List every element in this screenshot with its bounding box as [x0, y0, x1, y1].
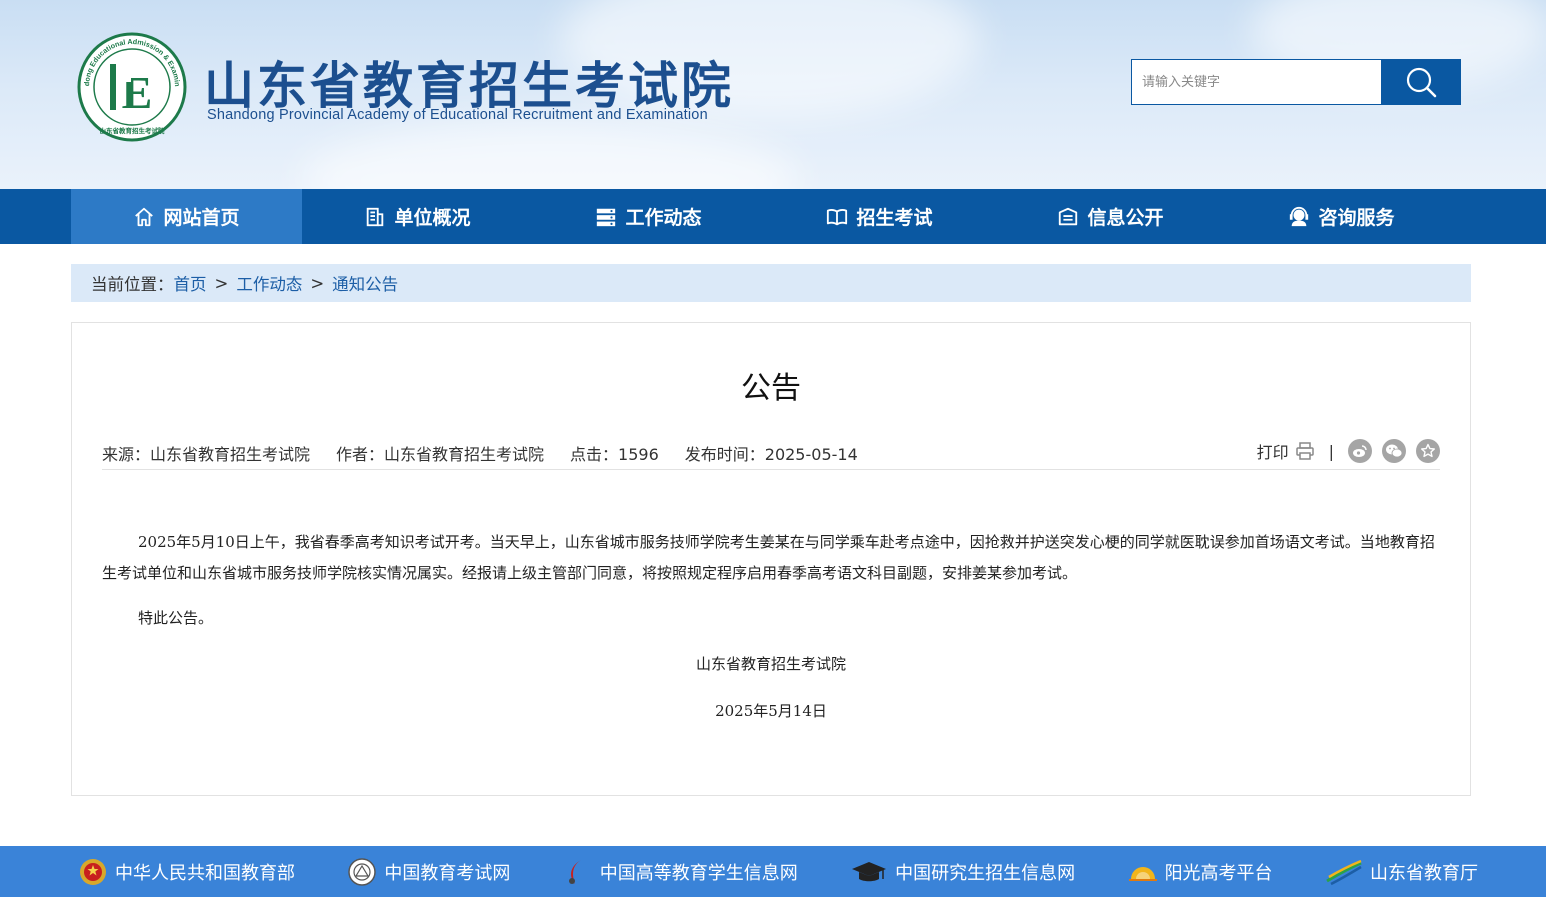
signature-org: 山东省教育招生考试院 [695, 655, 846, 673]
footer-link-label: 山东省教育厅 [1369, 862, 1478, 884]
breadcrumb-separator: > [310, 273, 325, 293]
wechat-icon [1386, 444, 1403, 458]
article-panel: 公告 来源：山东省教育招生考试院 作者：山东省教育招生考试院 点击：1596 发… [71, 322, 1471, 796]
footer-link-label: 中国高等教育学生信息网 [599, 862, 798, 884]
nav-item-disclosure[interactable]: 信息公开 [995, 189, 1226, 244]
search-button[interactable] [1381, 59, 1461, 105]
graduation-cap-icon [850, 857, 888, 887]
building-icon [367, 207, 384, 226]
article-paragraph: 2025年5月10日上午，我省春季高考知识考试开考。当天早上，山东省城市服务技师… [102, 533, 1435, 582]
breadcrumb-prefix: 当前位置： [91, 275, 174, 294]
breadcrumb-notices[interactable]: 通知公告 [332, 271, 398, 295]
main-nav: 网站首页 单位概况 工作动态 招生考试 信息公开 咨询服务 [0, 189, 1546, 244]
footer-link-moe[interactable]: 中华人民共和国教育部 [78, 857, 295, 887]
nav-item-news[interactable]: 工作动态 [533, 189, 764, 244]
tools-divider: | [1328, 441, 1334, 461]
article-paragraph: 特此公告。 [138, 609, 214, 627]
breadcrumb: 当前位置： 首页 > 工作动态 > 通知公告 [71, 264, 1471, 302]
emblem-bottom-text: 山东省教育招生考试院 [100, 126, 166, 135]
site-title-en: Shandong Provincial Academy of Education… [207, 107, 708, 123]
nav-item-home[interactable]: 网站首页 [71, 189, 302, 244]
nav-item-label: 网站首页 [163, 207, 240, 229]
site-header: Shandong Educational Admission & Examina… [0, 0, 1546, 189]
meta-source: 来源：山东省教育招生考试院 [102, 445, 311, 464]
footer-link-neea[interactable]: 中国教育考试网 [347, 857, 510, 887]
star-icon [1421, 443, 1435, 458]
book-icon [827, 208, 848, 225]
favorite-button[interactable] [1416, 439, 1440, 463]
article-meta: 来源：山东省教育招生考试院 作者：山东省教育招生考试院 点击：1596 发布时间… [102, 436, 1440, 470]
meta-date: 发布时间：2025-05-14 [684, 445, 858, 464]
footer-link-label: 中国教育考试网 [384, 862, 511, 884]
server-icon [597, 208, 616, 226]
footer-links-bar: 中华人民共和国教育部 中国教育考试网 中国高等教育学生信息网 中国研究生招生信息… [0, 846, 1546, 897]
share-weibo-button[interactable] [1348, 439, 1372, 463]
meta-clicks: 点击：1596 [570, 445, 659, 464]
weibo-icon [1353, 445, 1367, 457]
breadcrumb-home[interactable]: 首页 [174, 271, 207, 295]
share-wechat-button[interactable] [1382, 439, 1406, 463]
search-input[interactable] [1131, 59, 1381, 105]
headset-icon [1290, 206, 1309, 226]
emblem-letter: E [122, 67, 153, 118]
footer-link-gaokao[interactable]: 阳光高考平台 [1128, 857, 1273, 887]
chsi-logo-icon [563, 857, 593, 887]
footer-link-label: 中国研究生招生信息网 [895, 862, 1076, 884]
nav-item-about[interactable]: 单位概况 [302, 189, 533, 244]
footer-link-sdedu[interactable]: 山东省教育厅 [1325, 857, 1478, 887]
footer-link-chsi[interactable]: 中国高等教育学生信息网 [563, 857, 798, 887]
article-title: 公告 [741, 371, 801, 406]
footer-link-label: 阳光高考平台 [1164, 862, 1273, 884]
footer-link-yz[interactable]: 中国研究生招生信息网 [850, 857, 1075, 887]
article-tools: 打印 | [1257, 434, 1440, 468]
nav-item-label: 咨询服务 [1318, 207, 1395, 229]
nav-item-label: 单位概况 [394, 207, 471, 229]
breadcrumb-separator: > [214, 273, 229, 293]
nav-item-label: 招生考试 [856, 207, 933, 229]
sd-edu-logo-icon [1325, 857, 1363, 887]
footer-link-label: 中华人民共和国教育部 [115, 862, 295, 884]
home-icon [135, 207, 154, 226]
national-emblem-icon [78, 857, 108, 887]
article-body: 2025年5月10日上午，我省春季高考知识考试开考。当天早上，山东省城市服务技师… [102, 527, 1440, 634]
search-icon [1406, 67, 1437, 98]
site-logo-emblem[interactable]: Shandong Educational Admission & Examina… [77, 32, 187, 142]
neea-logo-icon [347, 857, 377, 887]
printer-icon[interactable] [1295, 441, 1315, 461]
signature-date: 2025年5月14日 [715, 702, 827, 720]
meta-author: 作者：山东省教育招生考试院 [336, 445, 545, 464]
print-label[interactable]: 打印 [1257, 439, 1289, 463]
sunshine-icon [1128, 857, 1158, 887]
breadcrumb-news[interactable]: 工作动态 [236, 271, 302, 295]
nav-item-consult[interactable]: 咨询服务 [1226, 189, 1457, 244]
header-cloud [300, 120, 800, 189]
nav-item-label: 工作动态 [625, 207, 702, 229]
search-box [1131, 59, 1461, 105]
meta-divider [102, 469, 1440, 470]
nav-item-label: 信息公开 [1087, 207, 1164, 229]
folder-icon [1059, 207, 1078, 225]
nav-item-exams[interactable]: 招生考试 [764, 189, 995, 244]
